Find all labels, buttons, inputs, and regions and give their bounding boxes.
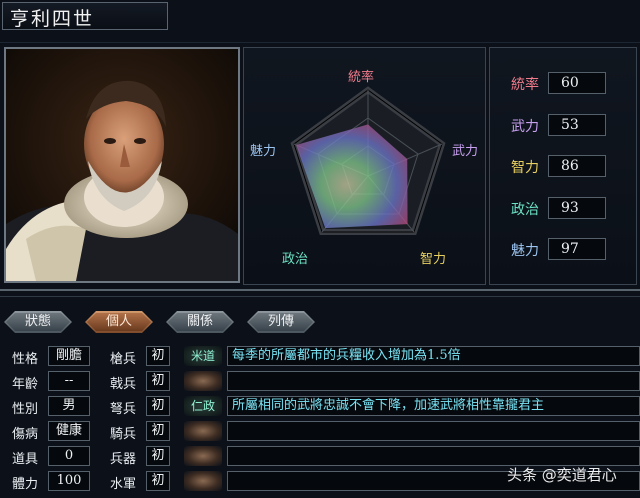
- skill-button[interactable]: 米道: [184, 346, 222, 366]
- radar-label-leadership: 統率: [348, 70, 375, 85]
- stat-value: 86: [548, 155, 606, 177]
- section-divider: [0, 289, 640, 291]
- watermark: 头条 @奕道君心: [507, 466, 617, 484]
- troop-label: 騎兵: [110, 427, 137, 442]
- stat-label: 統率: [511, 77, 539, 93]
- stat-value: 53: [548, 114, 606, 136]
- stat-row-intelligence: 智力 86: [490, 155, 638, 177]
- personal-label: 體力: [12, 477, 39, 492]
- personal-value: 100: [48, 471, 90, 491]
- skill-description: 所屬相同的武將忠誠不會下降，加速武將相性靠攏君主: [227, 396, 640, 416]
- radar-label-war: 武力: [452, 144, 479, 159]
- skill-button[interactable]: [184, 471, 222, 491]
- section-divider: [0, 296, 640, 297]
- troop-value: 初: [146, 396, 170, 416]
- personal-value: 健康: [48, 421, 90, 441]
- stats-panel: 統率 60 武力 53 智力 86 政治 93 魅力 97: [489, 47, 637, 285]
- troop-value: 初: [146, 346, 170, 366]
- troop-value: 初: [146, 471, 170, 491]
- stat-label: 魅力: [511, 243, 539, 259]
- stat-label: 政治: [511, 202, 539, 218]
- stat-value: 60: [548, 72, 606, 94]
- skill-description: [227, 421, 640, 441]
- personal-label: 道具: [12, 452, 39, 467]
- personal-value: 男: [48, 396, 90, 416]
- troop-label: 槍兵: [110, 352, 137, 367]
- personal-value: 剛膽: [48, 346, 90, 366]
- character-name: 亨利四世: [10, 8, 95, 30]
- stat-row-charm: 魅力 97: [490, 238, 638, 260]
- tab-status[interactable]: 狀態: [4, 311, 72, 333]
- radar-label-politics: 政治: [282, 252, 309, 267]
- portrait: [4, 47, 240, 283]
- skill-description: [227, 446, 640, 466]
- personal-label: 傷病: [12, 427, 39, 442]
- skill-description: [227, 371, 640, 391]
- tab-label: 關係: [186, 314, 213, 329]
- personal-label: 性格: [12, 352, 39, 367]
- stat-row-leadership: 統率 60: [490, 72, 638, 94]
- troop-label: 兵器: [110, 452, 137, 467]
- troop-label: 水軍: [110, 477, 137, 492]
- personal-value: --: [48, 371, 90, 391]
- stat-label: 武力: [511, 119, 539, 135]
- stat-value: 97: [548, 238, 606, 260]
- tab-label: 列傳: [267, 314, 294, 329]
- tab-label: 狀態: [24, 314, 51, 329]
- skill-description: 每季的所屬都市的兵糧收入增加為1.5倍: [227, 346, 640, 366]
- skill-button[interactable]: [184, 446, 222, 466]
- skill-button[interactable]: 仁政: [184, 396, 222, 416]
- stat-row-war: 武力 53: [490, 114, 638, 136]
- radar-label-intelligence: 智力: [420, 252, 447, 267]
- radar-label-charm: 魅力: [250, 144, 277, 159]
- tab-biography[interactable]: 列傳: [247, 311, 315, 333]
- troop-value: 初: [146, 446, 170, 466]
- tab-personal[interactable]: 個人: [85, 311, 153, 333]
- stat-row-politics: 政治 93: [490, 197, 638, 219]
- troop-value: 初: [146, 421, 170, 441]
- troop-value: 初: [146, 371, 170, 391]
- stat-value: 93: [548, 197, 606, 219]
- stat-label: 智力: [511, 160, 539, 176]
- radar-panel: 統率 武力 智力 政治 魅力: [243, 47, 486, 285]
- tab-label: 個人: [105, 314, 132, 329]
- skill-button[interactable]: [184, 421, 222, 441]
- personal-value: 0: [48, 446, 90, 466]
- personal-label: 性別: [12, 402, 39, 417]
- skill-button[interactable]: [184, 371, 222, 391]
- tab-relations[interactable]: 關係: [166, 311, 234, 333]
- portrait-image: [6, 49, 238, 281]
- troop-label: 戟兵: [110, 377, 137, 392]
- header-divider: [0, 42, 640, 43]
- troop-label: 弩兵: [110, 402, 137, 417]
- personal-label: 年齡: [12, 377, 39, 392]
